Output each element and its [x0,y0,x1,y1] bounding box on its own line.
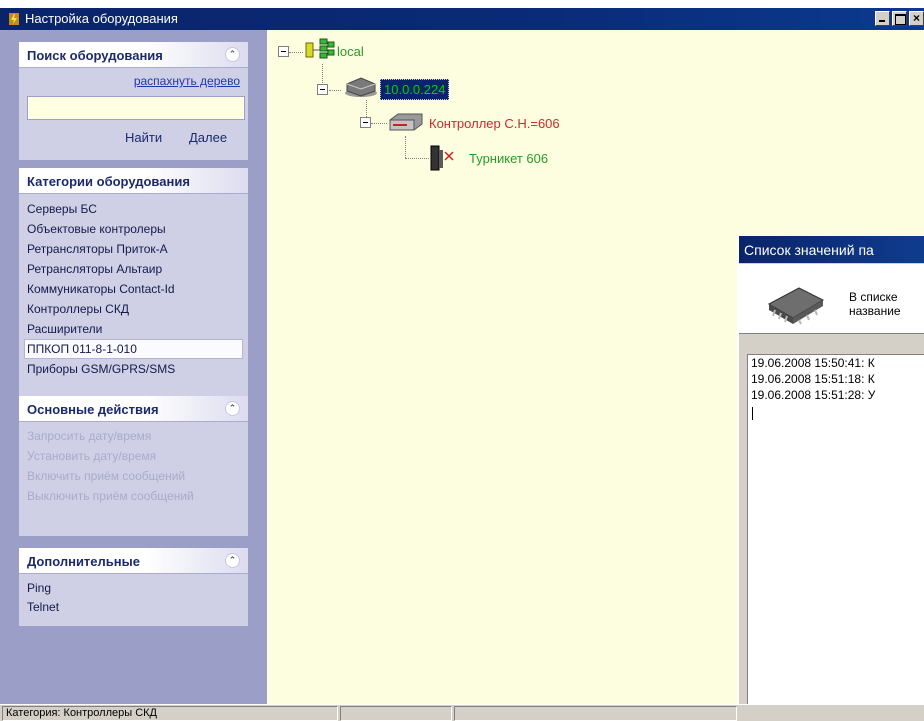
tree-collapse-toggle[interactable] [317,84,328,95]
category-item[interactable]: Расширители [19,319,248,339]
status-bar: Категория: Контроллеры СКД [0,704,924,721]
window-title-bar[interactable]: Настройка оборудования × [0,8,924,30]
dialog-log-textarea[interactable]: 19.06.2008 15:50:41: К 19.06.2008 15:51:… [747,354,924,704]
status-category: Категория: Контроллеры СКД [2,706,338,721]
category-item[interactable]: Серверы БС [19,199,248,219]
server-device-icon [343,74,379,101]
turnstile-icon [429,142,459,175]
category-item[interactable]: Объектовые контролеры [19,219,248,239]
category-item[interactable]: Коммуникаторы Contact-Id [19,279,248,299]
categories-panel-title: Категории оборудования [27,174,190,189]
dialog-info-area: В списке название [739,264,924,334]
category-item[interactable]: Приборы GSM/GPRS/SMS [19,359,248,379]
text-caret [752,407,753,420]
action-enable-messages[interactable]: Включить приём сообщений [19,466,248,486]
values-list-dialog[interactable]: Список значений па В списке название 19.… [737,236,924,704]
action-ping[interactable]: Ping [19,579,248,598]
search-panel-title: Поиск оборудования [27,48,163,63]
tree-collapse-toggle[interactable] [278,46,289,57]
categories-panel: Категории оборудования Серверы БС Объект… [19,168,248,398]
actions-panel-title: Основные действия [27,402,159,417]
category-item-selected[interactable]: ППКОП 011-8-1-010 [24,339,243,359]
log-line: 19.06.2008 15:50:41: К [751,356,875,370]
action-telnet[interactable]: Telnet [19,598,248,617]
category-item[interactable]: Ретрансляторы Альтаир [19,259,248,279]
search-panel: Поиск оборудования ⌃ распахнуть дерево Н… [19,42,248,160]
tree-connector [329,90,341,91]
collapse-chevron-icon[interactable]: ⌃ [225,553,240,568]
category-item[interactable]: Контроллеры СКД [19,299,248,319]
collapse-chevron-icon[interactable]: ⌃ [225,401,240,416]
actions-panel: Основные действия ⌃ Запросить дату/время… [19,396,248,536]
extra-panel-title: Дополнительные [27,554,140,569]
action-disable-messages[interactable]: Выключить приём сообщений [19,486,248,506]
dialog-message: В списке название [849,290,901,318]
log-line: 19.06.2008 15:51:18: К [751,372,875,386]
window-title: Настройка оборудования [25,11,178,26]
category-list: Серверы БС Объектовые контролеры Ретранс… [19,199,248,379]
tree-collapse-toggle[interactable] [360,117,371,128]
tree-connector [371,123,387,124]
chip-icon [763,282,827,329]
sidebar: Поиск оборудования ⌃ распахнуть дерево Н… [0,30,267,704]
tree-node-controller[interactable]: Контроллер С.Н.=606 [429,116,560,131]
tree-node-local[interactable]: local [337,44,364,59]
log-line: 19.06.2008 15:51:28: У [751,388,876,402]
tree-node-server[interactable]: 10.0.0.224 [380,79,450,100]
tree-connector [322,64,323,85]
expand-tree-link[interactable]: распахнуть дерево [134,74,240,88]
tree-node-turnstile[interactable]: Турникет 606 [469,151,548,166]
tree-connector [405,136,406,158]
dialog-message-line: В списке [849,290,898,304]
action-request-datetime[interactable]: Запросить дату/время [19,426,248,446]
network-tree-icon [305,38,335,67]
dialog-message-line: название [849,304,901,318]
app-icon [8,12,20,26]
controller-icon [388,112,424,135]
status-cell-empty [340,706,452,721]
collapse-chevron-icon[interactable]: ⌃ [225,47,240,62]
tree-connector [289,52,303,53]
status-cell-empty [454,706,737,721]
action-set-datetime[interactable]: Установить дату/время [19,446,248,466]
find-button[interactable]: Найти [125,130,162,145]
search-input[interactable] [27,96,245,120]
categories-panel-header: Категории оборудования [19,168,248,194]
tree-connector [405,158,429,159]
next-button[interactable]: Далее [189,130,227,145]
extra-panel-header[interactable]: Дополнительные ⌃ [19,548,248,574]
category-item[interactable]: Ретрансляторы Приток-А [19,239,248,259]
actions-panel-header[interactable]: Основные действия ⌃ [19,396,248,422]
close-button[interactable]: × [909,11,924,26]
search-panel-header[interactable]: Поиск оборудования ⌃ [19,42,248,68]
maximize-button[interactable] [892,11,907,26]
minimize-button[interactable] [875,11,890,26]
extra-panel: Дополнительные ⌃ Ping Telnet [19,548,248,626]
dialog-title[interactable]: Список значений па [739,236,924,263]
